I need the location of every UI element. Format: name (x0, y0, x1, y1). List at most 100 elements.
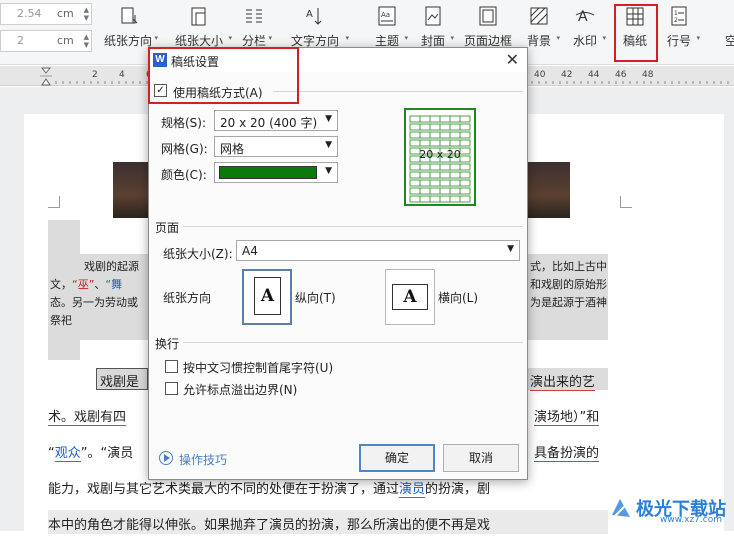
page-size-icon (191, 7, 206, 26)
preview-label: 20 x 20 (419, 148, 461, 161)
document-image-right[interactable] (528, 162, 570, 218)
margin-top-spinner[interactable]: 2.54 cm ▲ ▼ (0, 3, 92, 25)
ribbon-tool-10[interactable]: 稿纸 (615, 0, 655, 62)
margin-corner-mark (48, 196, 60, 208)
ruler-number: 48 (642, 70, 654, 80)
portrait-page-icon: A (254, 277, 281, 315)
grid-value: 网格 (220, 142, 245, 156)
portrait-button[interactable]: A (242, 269, 292, 325)
paper-size-select[interactable]: A4 ▼ (236, 240, 520, 261)
body-text: 具备扮演的 (534, 442, 600, 462)
ribbon-tool-12[interactable]: 空 (716, 0, 734, 62)
dialog-title: 稿纸设置 (171, 55, 220, 69)
body-text: 演出来的艺 (530, 371, 596, 391)
landscape-button[interactable]: A (385, 269, 435, 325)
orientation-label: 纸张方向 (163, 291, 212, 305)
spec-label: 规格(S): (161, 116, 207, 130)
svg-text:1: 1 (674, 10, 678, 17)
dropdown-arrow-icon[interactable]: ▾ (404, 34, 408, 42)
section-divider (273, 91, 523, 92)
color-select[interactable]: ▼ (214, 162, 338, 183)
first-line-indent-marker (40, 67, 52, 74)
dropdown-arrow-icon[interactable]: ▾ (556, 34, 560, 42)
ruler-number: 40 (534, 70, 546, 80)
paragraph-text: 态。另一为劳动或 (50, 296, 138, 309)
text-direction-icon: A (306, 8, 322, 25)
watermark-logo-icon (612, 499, 630, 518)
manuscript-grid-icon (626, 7, 644, 26)
dropdown-arrow-icon[interactable]: ▾ (154, 34, 158, 42)
ok-button[interactable]: 确定 (359, 444, 435, 472)
manuscript-settings-dialog: W 稿纸设置 ✕ ✓ 使用稿纸方式(A) 规格(S): 20 x 20 (400… (148, 47, 528, 480)
margin-corner-mark (620, 196, 632, 208)
svg-text:2: 2 (674, 17, 678, 24)
document-image-left[interactable] (113, 162, 149, 218)
spinner-arrows-icon[interactable]: ▲ ▼ (84, 33, 89, 49)
ribbon-tool-label: 空 (724, 34, 734, 48)
ribbon-tool-11[interactable]: 1 2 行号 ▾ (660, 0, 700, 62)
grid-label: 网格(G): (161, 142, 208, 156)
spec-value: 20 x 20 (400 字) (220, 116, 318, 130)
dropdown-arrow-icon[interactable]: ▾ (602, 34, 606, 42)
close-icon[interactable]: ✕ (506, 50, 519, 69)
tips-play-icon[interactable] (159, 451, 173, 465)
body-text: 术。戏剧有四 (48, 406, 127, 426)
dropdown-arrow-icon: ▼ (507, 244, 514, 254)
margin-top-value: 2.54 (17, 7, 42, 20)
paragraph-text: 和戏剧的原始形 (530, 278, 607, 291)
page-border-icon (479, 6, 497, 26)
chinese-line-break-label[interactable]: 按中文习惯控制首尾字符(U) (183, 359, 333, 376)
portrait-label[interactable]: 纵向(T) (295, 289, 336, 306)
ruler-number: 2 (92, 70, 98, 80)
dialog-titlebar[interactable]: W 稿纸设置 ✕ (149, 48, 527, 72)
paper-size-value: A4 (242, 244, 258, 258)
left-indent-marker (41, 78, 51, 86)
grid-select[interactable]: 网格 ▼ (214, 136, 338, 157)
dropdown-arrow-icon[interactable]: ▾ (345, 34, 349, 42)
dropdown-arrow-icon[interactable]: ▾ (228, 34, 232, 42)
margin-bottom-spinner[interactable]: 2 cm ▲ ▼ (0, 30, 92, 52)
tips-link[interactable]: 操作技巧 (179, 451, 227, 468)
use-manuscript-label[interactable]: 使用稿纸方式(A) (173, 84, 263, 101)
ribbon-tool-9[interactable]: A 水印 ▾ (566, 0, 606, 62)
watermark-url: www.xz7.com (660, 515, 722, 525)
background-icon (530, 7, 548, 25)
punctuation-overflow-label[interactable]: 允许标点溢出边界(N) (183, 381, 297, 398)
body-text: 能力，戏剧与其它艺术类最大的不同的处便在于扮演了，通过演员的扮演，剧 (48, 482, 491, 498)
ribbon-tool-label: 水印 (572, 34, 597, 48)
dropdown-arrow-icon[interactable]: ▾ (450, 34, 454, 42)
spec-select[interactable]: 20 x 20 (400 字) ▼ (214, 110, 338, 131)
dropdown-arrow-icon: ▼ (325, 140, 332, 150)
margin-top-unit: cm (57, 7, 74, 20)
dropdown-arrow-icon[interactable]: ▾ (696, 34, 700, 42)
svg-text:Aa: Aa (381, 11, 390, 19)
line-numbers-icon: 12 (671, 6, 687, 26)
cancel-button[interactable]: 取消 (443, 444, 519, 472)
page-section-title: 页面 (155, 221, 180, 235)
dropdown-arrow-icon: ▼ (325, 114, 332, 124)
color-label: 颜色(C): (161, 168, 207, 182)
paragraph-text: 祭祀 (50, 314, 72, 327)
chinese-line-break-checkbox[interactable] (165, 360, 178, 373)
paragraph-text: 文，“巫”、“舞 (50, 278, 123, 291)
body-text: 演场地）”和 (534, 406, 600, 426)
landscape-label[interactable]: 横向(L) (438, 289, 478, 306)
dropdown-arrow-icon[interactable]: ▾ (268, 34, 272, 42)
watermark-icon: A (575, 9, 595, 25)
color-swatch (219, 166, 317, 179)
paper-size-label: 纸张大小(Z): (163, 247, 233, 261)
body-text: “观众”。“演员 (48, 446, 134, 462)
body-text: 本中的角色才能得以伸张。如果抛弃了演员的扮演，那么所演出的便不再是戏 (48, 518, 491, 533)
theme-icon: Aa (378, 6, 396, 26)
dropdown-arrow-icon: ▼ (325, 166, 332, 176)
punctuation-overflow-checkbox[interactable] (165, 382, 178, 395)
use-manuscript-checkbox[interactable]: ✓ (154, 84, 167, 97)
spinner-arrows-icon[interactable]: ▲ ▼ (84, 6, 89, 22)
ruler-number: 4 (119, 70, 125, 80)
svg-text:A: A (578, 9, 588, 25)
section-divider (183, 342, 523, 343)
paragraph-text: 为是起源于酒神 (530, 296, 607, 309)
wrap-section-title: 换行 (155, 337, 180, 351)
section-divider (183, 226, 523, 227)
ruler-number: 44 (588, 70, 600, 80)
